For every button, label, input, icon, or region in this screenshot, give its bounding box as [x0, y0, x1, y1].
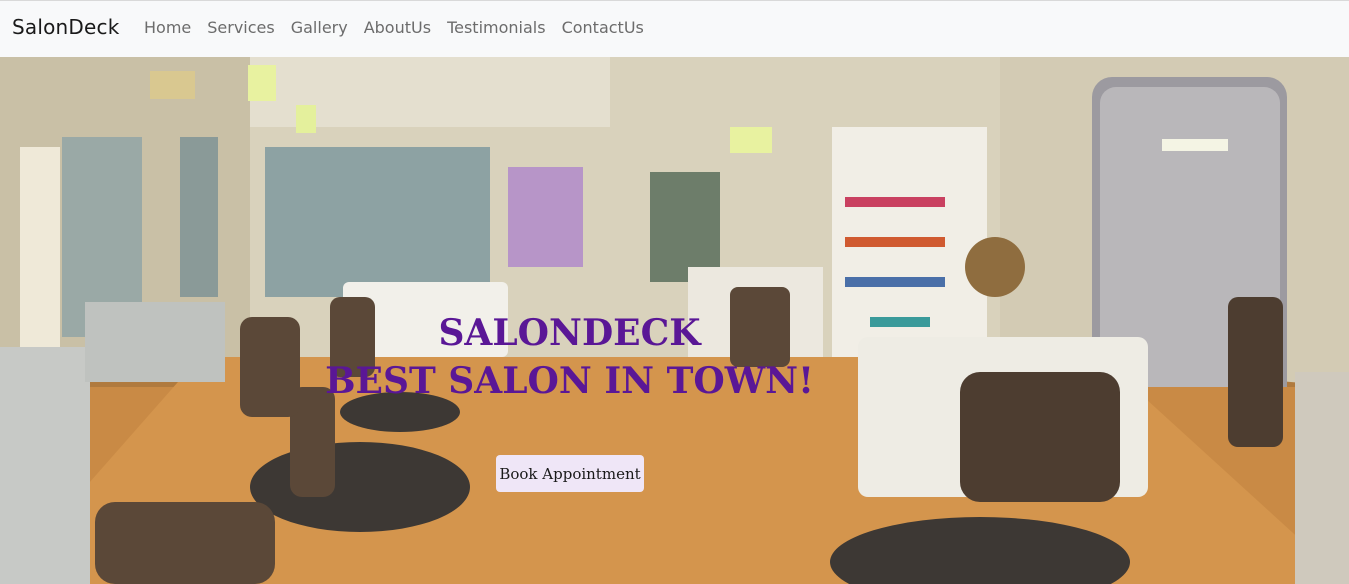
nav-aboutus[interactable]: AboutUs	[364, 18, 431, 37]
navbar: SalonDeck Home Services Gallery AboutUs …	[0, 1, 1349, 57]
nav-services[interactable]: Services	[207, 18, 274, 37]
nav-links: Home Services Gallery AboutUs Testimonia…	[144, 18, 660, 37]
book-appointment-button[interactable]: Book Appointment	[496, 455, 644, 492]
hero-title-line2: BEST SALON IN TOWN!	[325, 360, 814, 402]
nav-contactus[interactable]: ContactUs	[562, 18, 644, 37]
hero-title-line1: SALONDECK	[438, 312, 701, 354]
nav-testimonials[interactable]: Testimonials	[447, 18, 546, 37]
brand-logo[interactable]: SalonDeck	[12, 15, 120, 39]
hero-title: SALONDECK BEST SALON IN TOWN!	[0, 309, 1139, 405]
nav-home[interactable]: Home	[144, 18, 191, 37]
nav-gallery[interactable]: Gallery	[291, 18, 348, 37]
hero-section: SALONDECK BEST SALON IN TOWN! Book Appoi…	[0, 57, 1349, 584]
